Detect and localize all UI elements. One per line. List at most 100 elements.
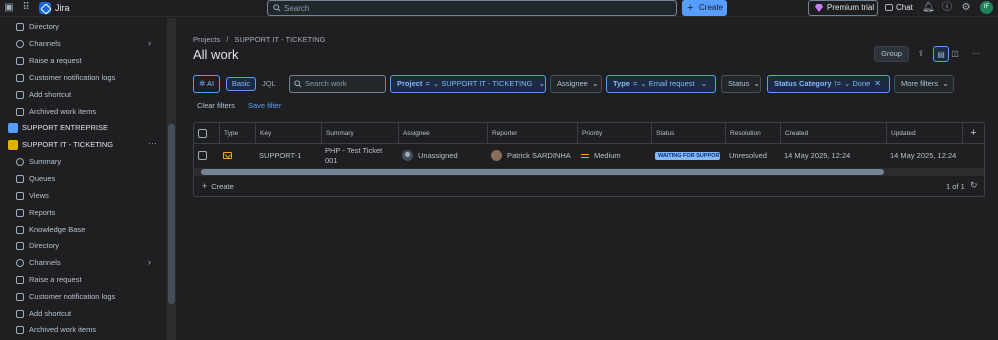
sidebar-toggle-icon[interactable]: ▣	[3, 2, 15, 14]
breadcrumb-separator: /	[226, 35, 229, 44]
type-filter-chip[interactable]: Type = ⌄ Email request	[606, 75, 716, 93]
assignee-filter[interactable]: Assignee	[550, 75, 602, 93]
basic-mode-button[interactable]: Basic	[226, 77, 256, 91]
table-row[interactable]: SUPPORT-1 PHP - Test Ticket 001 Unassign…	[194, 144, 984, 167]
globe-icon	[16, 40, 24, 48]
column-header-type[interactable]: Type	[219, 123, 255, 144]
sidebar-item-raise-request[interactable]: Raise a request	[0, 54, 168, 69]
list-icon	[16, 192, 24, 200]
reporter-avatar	[491, 150, 502, 161]
more-icon[interactable]: ···	[148, 138, 157, 148]
sidebar-item-knowledge-base[interactable]: Knowledge Base	[0, 223, 168, 238]
priority-cell[interactable]: Medium	[577, 144, 651, 167]
project-filter-chip[interactable]: Project = ⌄ SUPPORT IT - TICKETING	[390, 75, 546, 93]
search-input[interactable]: Search	[267, 0, 677, 16]
type-cell	[219, 144, 255, 167]
sidebar-item-add-shortcut-2[interactable]: Add shortcut	[0, 307, 168, 322]
sidebar-project-ticketing[interactable]: SUPPORT IT - TICKETING ···	[0, 138, 168, 153]
status-badge: WAITING FOR SUPPORT	[655, 151, 720, 160]
column-header-priority[interactable]: Priority	[577, 123, 651, 144]
updated-cell: 14 May 2025, 12:24	[890, 151, 957, 160]
chat-button[interactable]: Chat	[885, 3, 913, 12]
sidebar-item-directory[interactable]: Directory	[0, 20, 168, 35]
sidebar-item-notification-logs[interactable]: Customer notification logs	[0, 71, 168, 86]
chevron-right-icon[interactable]: ›	[148, 257, 151, 267]
sidebar-item-archived-2[interactable]: Archived work items	[0, 323, 168, 338]
column-header-reporter[interactable]: Reporter	[487, 123, 577, 144]
inline-create-button[interactable]: Create	[202, 181, 234, 191]
project-entreprise-icon	[8, 123, 18, 133]
column-header-resolution[interactable]: Resolution	[725, 123, 780, 144]
sidebar-scrollbar-thumb[interactable]	[168, 124, 175, 304]
sidebar-item-summary[interactable]: Summary	[0, 155, 168, 170]
column-header-key[interactable]: Key	[255, 123, 321, 144]
page-title: All work	[193, 47, 239, 62]
sidebar-item-directory-2[interactable]: Directory	[0, 239, 168, 254]
add-column-icon[interactable]: +	[962, 123, 984, 144]
chat-icon	[885, 4, 893, 11]
select-all-cell	[194, 123, 219, 144]
table-horizontal-scrollbar[interactable]	[194, 168, 984, 176]
breadcrumb-projects[interactable]: Projects	[193, 35, 220, 44]
row-checkbox[interactable]	[198, 151, 207, 160]
close-icon[interactable]: ✕	[874, 79, 881, 88]
top-navigation: ▣ ⠿ Jira Search Create Premium trial Cha…	[0, 0, 998, 17]
medium-priority-icon	[581, 153, 589, 158]
sidebar-project-entreprise[interactable]: SUPPORT ENTREPRISE	[0, 121, 168, 136]
column-header-assignee[interactable]: Assignee	[398, 123, 487, 144]
refresh-icon[interactable]: ↻	[970, 180, 978, 191]
sidebar-item-archived[interactable]: Archived work items	[0, 105, 168, 120]
sidebar-item-queues[interactable]: Queues	[0, 172, 168, 187]
sidebar-item-add-shortcut[interactable]: Add shortcut	[0, 88, 168, 103]
sidebar-item-views[interactable]: Views	[0, 189, 168, 204]
plus-square-icon	[16, 276, 24, 284]
sidebar-item-channels[interactable]: Channels ›	[0, 37, 168, 52]
more-icon[interactable]: ···	[968, 46, 984, 62]
save-filter-button[interactable]: Save filter	[248, 101, 281, 110]
select-all-checkbox[interactable]	[198, 129, 207, 138]
clear-filters-button[interactable]: Clear filters	[197, 101, 235, 110]
share-icon[interactable]: ⇪	[913, 46, 929, 62]
gem-icon	[815, 4, 823, 12]
avatar[interactable]: IF	[980, 1, 993, 14]
more-filters-button[interactable]: More filters	[894, 75, 954, 93]
search-work-input[interactable]: Search work	[289, 75, 386, 93]
group-button[interactable]: Group	[874, 46, 909, 62]
ai-button[interactable]: ✲ AI	[193, 75, 220, 93]
gear-icon[interactable]: ⚙	[960, 2, 972, 14]
resolution-cell: Unresolved	[729, 151, 767, 160]
column-header-summary[interactable]: Summary	[321, 123, 398, 144]
sidebar-item-notification-logs-2[interactable]: Customer notification logs	[0, 290, 168, 305]
jql-mode-button[interactable]: JQL	[262, 77, 276, 91]
book-open-icon	[16, 226, 24, 234]
detail-view-icon[interactable]: ◫	[947, 46, 963, 62]
key-cell[interactable]: SUPPORT-1	[255, 144, 321, 167]
app-name[interactable]: Jira	[55, 3, 70, 13]
status-filter[interactable]: Status	[721, 75, 761, 93]
status-cell[interactable]: WAITING FOR SUPPORT	[651, 144, 725, 167]
bell-icon[interactable]: 🔔︎	[922, 2, 935, 14]
sidebar-item-channels-2[interactable]: Channels ›	[0, 256, 168, 271]
assignee-cell[interactable]: Unassigned	[398, 144, 487, 167]
project-ticketing-icon	[8, 140, 18, 150]
search-placeholder: Search	[284, 4, 310, 13]
column-header-created[interactable]: Created	[780, 123, 886, 144]
archive-icon	[16, 108, 24, 116]
column-header-updated[interactable]: Updated	[886, 123, 962, 144]
premium-trial-button[interactable]: Premium trial	[808, 0, 878, 16]
sidebar-item-raise-request-2[interactable]: Raise a request	[0, 273, 168, 288]
main-content: Projects / SUPPORT IT - TICKETING All wo…	[176, 18, 998, 340]
column-header-status[interactable]: Status	[651, 123, 725, 144]
sidebar-item-reports[interactable]: Reports	[0, 206, 168, 221]
table-scrollbar-thumb[interactable]	[201, 169, 884, 175]
work-items-table: Type Key Summary Assignee Reporter Prior…	[193, 122, 985, 197]
breadcrumb-project[interactable]: SUPPORT IT - TICKETING	[234, 35, 325, 44]
app-switcher-icon[interactable]: ⠿	[20, 2, 32, 14]
jira-logo-icon[interactable]	[39, 2, 51, 14]
summary-cell[interactable]: PHP - Test Ticket 001	[321, 144, 398, 167]
create-button[interactable]: Create	[682, 0, 727, 16]
status-category-filter-chip[interactable]: Status Category != ⌄ Done ✕	[767, 75, 890, 93]
help-icon[interactable]: ⓘ	[941, 2, 953, 14]
add-icon	[16, 91, 24, 99]
chevron-right-icon[interactable]: ›	[148, 38, 151, 48]
